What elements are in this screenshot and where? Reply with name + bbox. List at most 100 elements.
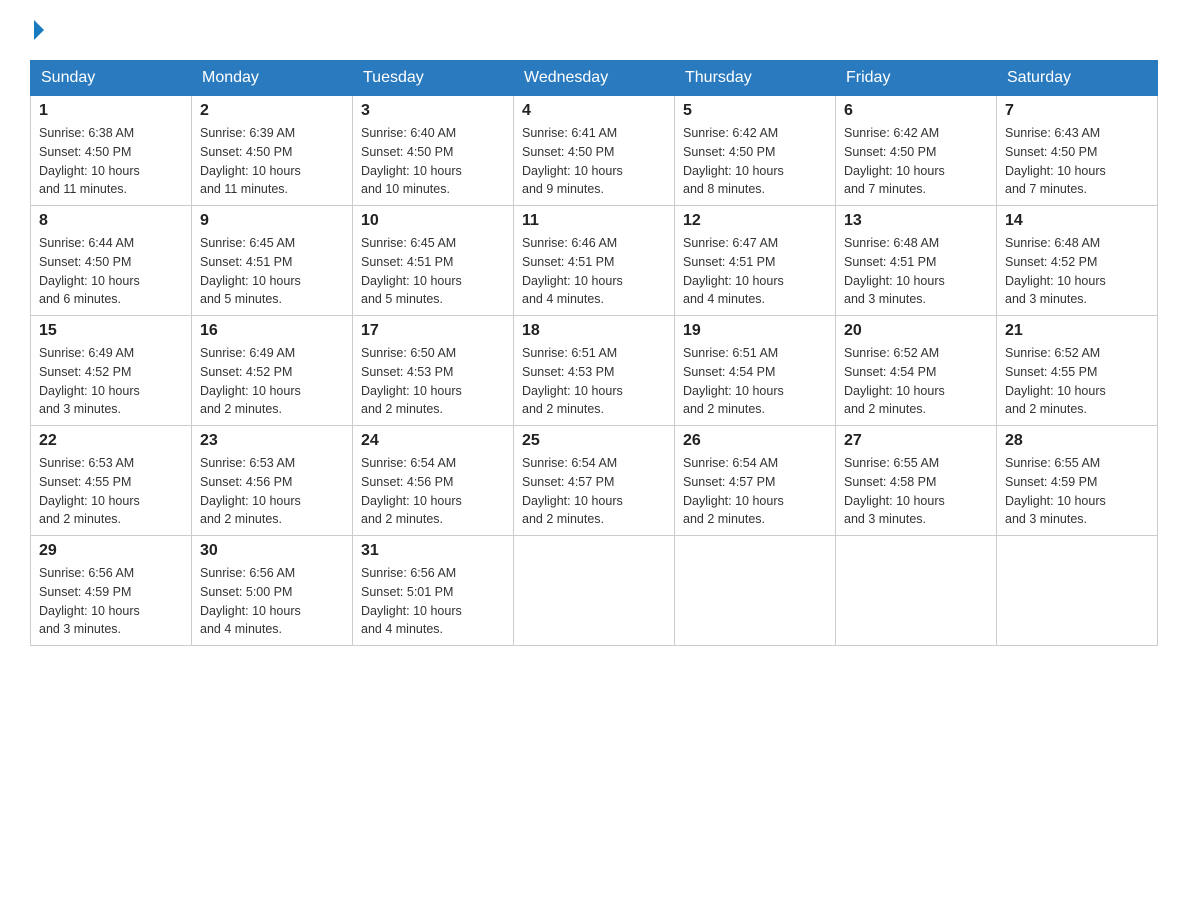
calendar-week-row: 22 Sunrise: 6:53 AMSunset: 4:55 PMDaylig… [31, 426, 1158, 536]
day-info: Sunrise: 6:40 AMSunset: 4:50 PMDaylight:… [361, 126, 462, 196]
day-info: Sunrise: 6:51 AMSunset: 4:54 PMDaylight:… [683, 346, 784, 416]
day-number: 25 [522, 432, 666, 450]
logo-arrow-icon [34, 20, 44, 40]
day-info: Sunrise: 6:51 AMSunset: 4:53 PMDaylight:… [522, 346, 623, 416]
calendar-cell: 8 Sunrise: 6:44 AMSunset: 4:50 PMDayligh… [31, 206, 192, 316]
calendar-cell: 25 Sunrise: 6:54 AMSunset: 4:57 PMDaylig… [514, 426, 675, 536]
calendar-cell: 31 Sunrise: 6:56 AMSunset: 5:01 PMDaylig… [353, 536, 514, 646]
calendar-cell: 27 Sunrise: 6:55 AMSunset: 4:58 PMDaylig… [836, 426, 997, 536]
calendar-cell: 6 Sunrise: 6:42 AMSunset: 4:50 PMDayligh… [836, 96, 997, 206]
day-info: Sunrise: 6:43 AMSunset: 4:50 PMDaylight:… [1005, 126, 1106, 196]
day-number: 29 [39, 542, 183, 560]
day-number: 8 [39, 212, 183, 230]
day-number: 15 [39, 322, 183, 340]
calendar-cell [836, 536, 997, 646]
calendar-cell: 10 Sunrise: 6:45 AMSunset: 4:51 PMDaylig… [353, 206, 514, 316]
calendar-cell [997, 536, 1158, 646]
day-number: 24 [361, 432, 505, 450]
day-number: 22 [39, 432, 183, 450]
day-number: 28 [1005, 432, 1149, 450]
calendar-cell [675, 536, 836, 646]
day-info: Sunrise: 6:45 AMSunset: 4:51 PMDaylight:… [361, 236, 462, 306]
calendar-week-row: 15 Sunrise: 6:49 AMSunset: 4:52 PMDaylig… [31, 316, 1158, 426]
day-info: Sunrise: 6:42 AMSunset: 4:50 PMDaylight:… [683, 126, 784, 196]
day-number: 16 [200, 322, 344, 340]
calendar-day-header: Wednesday [514, 61, 675, 96]
day-info: Sunrise: 6:53 AMSunset: 4:55 PMDaylight:… [39, 456, 140, 526]
day-number: 7 [1005, 102, 1149, 120]
day-number: 31 [361, 542, 505, 560]
calendar-cell: 28 Sunrise: 6:55 AMSunset: 4:59 PMDaylig… [997, 426, 1158, 536]
calendar-cell: 29 Sunrise: 6:56 AMSunset: 4:59 PMDaylig… [31, 536, 192, 646]
calendar-cell: 20 Sunrise: 6:52 AMSunset: 4:54 PMDaylig… [836, 316, 997, 426]
day-number: 20 [844, 322, 988, 340]
day-number: 5 [683, 102, 827, 120]
calendar-cell: 24 Sunrise: 6:54 AMSunset: 4:56 PMDaylig… [353, 426, 514, 536]
calendar-cell: 1 Sunrise: 6:38 AMSunset: 4:50 PMDayligh… [31, 96, 192, 206]
day-info: Sunrise: 6:56 AMSunset: 5:01 PMDaylight:… [361, 566, 462, 636]
day-number: 4 [522, 102, 666, 120]
calendar-body: 1 Sunrise: 6:38 AMSunset: 4:50 PMDayligh… [31, 96, 1158, 646]
day-number: 23 [200, 432, 344, 450]
day-info: Sunrise: 6:49 AMSunset: 4:52 PMDaylight:… [200, 346, 301, 416]
calendar-cell: 15 Sunrise: 6:49 AMSunset: 4:52 PMDaylig… [31, 316, 192, 426]
day-number: 3 [361, 102, 505, 120]
day-info: Sunrise: 6:46 AMSunset: 4:51 PMDaylight:… [522, 236, 623, 306]
day-number: 11 [522, 212, 666, 230]
calendar-week-row: 29 Sunrise: 6:56 AMSunset: 4:59 PMDaylig… [31, 536, 1158, 646]
day-info: Sunrise: 6:44 AMSunset: 4:50 PMDaylight:… [39, 236, 140, 306]
calendar-day-header: Sunday [31, 61, 192, 96]
calendar-day-header: Friday [836, 61, 997, 96]
calendar-cell: 30 Sunrise: 6:56 AMSunset: 5:00 PMDaylig… [192, 536, 353, 646]
calendar-cell: 11 Sunrise: 6:46 AMSunset: 4:51 PMDaylig… [514, 206, 675, 316]
day-info: Sunrise: 6:41 AMSunset: 4:50 PMDaylight:… [522, 126, 623, 196]
calendar-cell: 19 Sunrise: 6:51 AMSunset: 4:54 PMDaylig… [675, 316, 836, 426]
day-info: Sunrise: 6:47 AMSunset: 4:51 PMDaylight:… [683, 236, 784, 306]
calendar-day-header: Thursday [675, 61, 836, 96]
day-info: Sunrise: 6:39 AMSunset: 4:50 PMDaylight:… [200, 126, 301, 196]
day-info: Sunrise: 6:55 AMSunset: 4:59 PMDaylight:… [1005, 456, 1106, 526]
calendar-week-row: 8 Sunrise: 6:44 AMSunset: 4:50 PMDayligh… [31, 206, 1158, 316]
day-number: 14 [1005, 212, 1149, 230]
calendar-week-row: 1 Sunrise: 6:38 AMSunset: 4:50 PMDayligh… [31, 96, 1158, 206]
day-number: 17 [361, 322, 505, 340]
calendar-cell: 7 Sunrise: 6:43 AMSunset: 4:50 PMDayligh… [997, 96, 1158, 206]
day-number: 6 [844, 102, 988, 120]
calendar-table: SundayMondayTuesdayWednesdayThursdayFrid… [30, 60, 1158, 646]
day-number: 30 [200, 542, 344, 560]
day-number: 12 [683, 212, 827, 230]
day-number: 26 [683, 432, 827, 450]
day-info: Sunrise: 6:48 AMSunset: 4:52 PMDaylight:… [1005, 236, 1106, 306]
day-info: Sunrise: 6:54 AMSunset: 4:57 PMDaylight:… [522, 456, 623, 526]
day-number: 10 [361, 212, 505, 230]
calendar-cell: 2 Sunrise: 6:39 AMSunset: 4:50 PMDayligh… [192, 96, 353, 206]
day-number: 13 [844, 212, 988, 230]
day-info: Sunrise: 6:49 AMSunset: 4:52 PMDaylight:… [39, 346, 140, 416]
calendar-header-row: SundayMondayTuesdayWednesdayThursdayFrid… [31, 61, 1158, 96]
day-number: 27 [844, 432, 988, 450]
day-number: 2 [200, 102, 344, 120]
calendar-cell: 14 Sunrise: 6:48 AMSunset: 4:52 PMDaylig… [997, 206, 1158, 316]
logo [30, 20, 44, 40]
calendar-cell: 26 Sunrise: 6:54 AMSunset: 4:57 PMDaylig… [675, 426, 836, 536]
day-number: 1 [39, 102, 183, 120]
page-header [30, 20, 1158, 40]
day-info: Sunrise: 6:42 AMSunset: 4:50 PMDaylight:… [844, 126, 945, 196]
calendar-cell: 9 Sunrise: 6:45 AMSunset: 4:51 PMDayligh… [192, 206, 353, 316]
day-number: 18 [522, 322, 666, 340]
calendar-cell: 21 Sunrise: 6:52 AMSunset: 4:55 PMDaylig… [997, 316, 1158, 426]
calendar-cell: 5 Sunrise: 6:42 AMSunset: 4:50 PMDayligh… [675, 96, 836, 206]
day-number: 21 [1005, 322, 1149, 340]
day-number: 9 [200, 212, 344, 230]
day-info: Sunrise: 6:55 AMSunset: 4:58 PMDaylight:… [844, 456, 945, 526]
calendar-day-header: Monday [192, 61, 353, 96]
day-info: Sunrise: 6:52 AMSunset: 4:55 PMDaylight:… [1005, 346, 1106, 416]
day-info: Sunrise: 6:52 AMSunset: 4:54 PMDaylight:… [844, 346, 945, 416]
calendar-cell: 4 Sunrise: 6:41 AMSunset: 4:50 PMDayligh… [514, 96, 675, 206]
day-number: 19 [683, 322, 827, 340]
day-info: Sunrise: 6:54 AMSunset: 4:56 PMDaylight:… [361, 456, 462, 526]
calendar-cell: 17 Sunrise: 6:50 AMSunset: 4:53 PMDaylig… [353, 316, 514, 426]
calendar-cell: 18 Sunrise: 6:51 AMSunset: 4:53 PMDaylig… [514, 316, 675, 426]
day-info: Sunrise: 6:48 AMSunset: 4:51 PMDaylight:… [844, 236, 945, 306]
day-info: Sunrise: 6:56 AMSunset: 4:59 PMDaylight:… [39, 566, 140, 636]
